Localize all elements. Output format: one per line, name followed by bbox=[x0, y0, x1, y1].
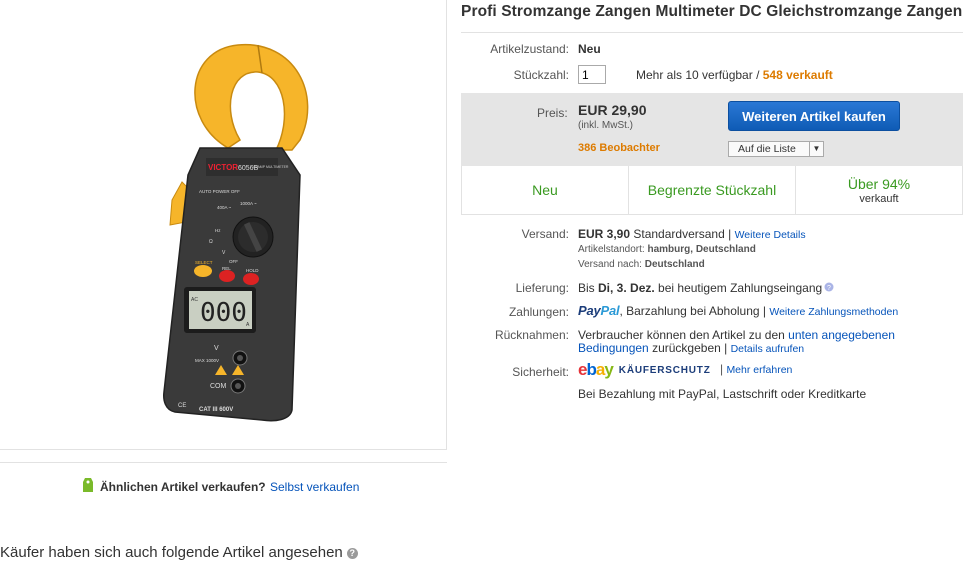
shipping-details-link[interactable]: Weitere Details bbox=[735, 229, 806, 241]
v-terminal-label: V bbox=[214, 345, 219, 352]
vat-note: (inkl. MwSt.) bbox=[578, 120, 633, 131]
returns-line-1: Verbraucher können den Artikel zu den un… bbox=[578, 328, 895, 342]
item-location: Artikelstandort: hamburg, Deutschland bbox=[578, 244, 756, 255]
price-tag-icon bbox=[83, 478, 93, 492]
badge-main: Über 94% bbox=[847, 175, 911, 192]
badge-main: Neu bbox=[532, 182, 558, 198]
product-image-panel: VICTOR 6056B CLAMP MULTIMETER AUTO POWER… bbox=[0, 0, 447, 450]
product-image[interactable]: VICTOR 6056B CLAMP MULTIMETER AUTO POWER… bbox=[0, 0, 447, 450]
delivery-pre: Bis bbox=[578, 281, 595, 295]
availability-separator: / bbox=[752, 68, 763, 82]
returns-details-link[interactable]: Details aufrufen bbox=[731, 343, 805, 355]
delivery-post: bei heutigem Zahlungseingang bbox=[658, 281, 823, 295]
paypal-logo: PayPal bbox=[578, 303, 620, 318]
ebay-logo: ebay bbox=[578, 360, 614, 379]
condition-value: Neu bbox=[578, 42, 601, 56]
sell-similar-bar: Ähnlichen Artikel verkaufen? Selbst verk… bbox=[0, 462, 447, 502]
chevron-down-icon[interactable]: ▼ bbox=[809, 142, 823, 156]
payment-text: , Barzahlung bei Abholung | bbox=[619, 304, 767, 318]
separator: | bbox=[719, 362, 724, 376]
delivery-date: Di, 3. Dez. bbox=[598, 281, 655, 295]
ebay-logo-y: y bbox=[604, 360, 614, 379]
off-label: OFF bbox=[229, 259, 238, 264]
quantity-label: Stückzahl: bbox=[513, 68, 569, 82]
returns-line-2: Bedingungen zurückgeben | Details aufruf… bbox=[578, 341, 804, 355]
also-viewed-title: Käufer haben sich auch folgende Artikel … bbox=[0, 544, 343, 561]
sell-similar-question: Ähnlichen Artikel verkaufen? bbox=[100, 480, 266, 494]
shipping-line: EUR 3,90 Standardversand | Weitere Detai… bbox=[578, 227, 806, 241]
add-to-list-button[interactable]: Auf die Liste ▼ bbox=[728, 141, 824, 157]
payment-label: Zahlungen: bbox=[508, 305, 569, 319]
shipping-label: Versand: bbox=[521, 227, 569, 241]
quantity-input[interactable] bbox=[578, 65, 606, 84]
shipping-method: Standardversand | bbox=[633, 227, 732, 241]
availability-text: Mehr als 10 verfügbar / 548 verkauft bbox=[636, 68, 833, 82]
condition-label: Artikelzustand: bbox=[490, 42, 569, 56]
sold-count: 548 verkauft bbox=[762, 68, 833, 82]
hold-label: HOLD bbox=[246, 268, 259, 273]
ship-to-label: Versand nach: bbox=[578, 259, 642, 270]
paypal-logo-part1: Pay bbox=[578, 303, 601, 318]
lcd-reading: 000 bbox=[200, 298, 247, 328]
title-divider bbox=[461, 32, 963, 33]
buy-more-button[interactable]: Weiteren Artikel kaufen bbox=[728, 101, 900, 131]
watchers-count: 386 Beobachter bbox=[578, 142, 660, 154]
returns-conditions-link[interactable]: unten angegebenen bbox=[788, 328, 895, 342]
returns-text-2: zurückgeben | bbox=[652, 341, 728, 355]
badge-main: Begrenzte Stückzahl bbox=[647, 182, 777, 198]
security-label: Sicherheit: bbox=[512, 365, 569, 379]
delivery-label: Lieferung: bbox=[515, 281, 569, 295]
returns-label: Rücknahmen: bbox=[494, 328, 569, 342]
more-payment-methods-link[interactable]: Weitere Zahlungsmethoden bbox=[769, 306, 898, 318]
brand-logo: VICTOR bbox=[208, 163, 238, 172]
cat-rating: CAT III 600V bbox=[199, 407, 233, 413]
badge-new: Neu bbox=[462, 166, 629, 214]
buyer-protection-label: KÄUFERSCHUTZ bbox=[618, 365, 711, 376]
ship-to-value: Deutschland bbox=[644, 259, 705, 270]
badge-limited: Begrenzte Stückzahl bbox=[629, 166, 796, 214]
location-label: Artikelstandort: bbox=[578, 244, 645, 255]
add-to-list-label: Auf die Liste bbox=[738, 143, 796, 155]
also-viewed-heading: Käufer haben sich auch folgende Artikel … bbox=[0, 544, 358, 561]
help-icon[interactable]: ? bbox=[346, 548, 358, 559]
highlight-badges: Neu Begrenzte Stückzahl Über 94% verkauf… bbox=[461, 166, 963, 215]
info-icon[interactable]: ? bbox=[824, 282, 834, 292]
security-line: ebay KÄUFERSCHUTZ | Mehr erfahren bbox=[578, 360, 792, 380]
product-title: Profi Stromzange Zangen Multimeter DC Gl… bbox=[461, 3, 963, 20]
ships-to: Versand nach: Deutschland bbox=[578, 259, 705, 270]
returns-text-1: Verbraucher können den Artikel zu den bbox=[578, 328, 785, 342]
badge-sold-percent: Über 94% verkauft bbox=[796, 166, 962, 214]
returns-conditions-link-2[interactable]: Bedingungen bbox=[578, 341, 649, 355]
com-terminal-label: COM bbox=[210, 383, 227, 390]
svg-text:?: ? bbox=[827, 285, 831, 292]
learn-more-link[interactable]: Mehr erfahren bbox=[726, 364, 792, 376]
range-hz-label: Hz bbox=[215, 228, 221, 233]
ce-mark: CE bbox=[178, 403, 186, 409]
price-value: EUR 29,90 bbox=[578, 102, 647, 118]
auto-power-off-label: AUTO POWER OFF bbox=[199, 189, 240, 194]
badge-sub: verkauft bbox=[859, 192, 899, 205]
max-voltage-label: MAX 1000V bbox=[195, 358, 219, 363]
payment-line: PayPal, Barzahlung bei Abholung | Weiter… bbox=[578, 303, 898, 318]
security-text: Bei Bezahlung mit PayPal, Lastschrift od… bbox=[578, 387, 867, 401]
ebay-logo-b: b bbox=[586, 360, 596, 379]
shipping-price: EUR 3,90 bbox=[578, 227, 631, 241]
range-ohm-label: Ω bbox=[209, 239, 213, 245]
range-1000a-label: 1000A ~ bbox=[240, 201, 257, 206]
price-label: Preis: bbox=[537, 106, 568, 120]
sell-yourself-link[interactable]: Selbst verkaufen bbox=[270, 480, 359, 494]
select-label: SELECT bbox=[195, 260, 213, 265]
location-value: hamburg, Deutschland bbox=[647, 244, 756, 255]
available-count: Mehr als 10 verfügbar bbox=[636, 68, 753, 82]
paypal-logo-part2: Pal bbox=[600, 303, 620, 318]
range-400a-label: 400A ~ bbox=[217, 205, 232, 210]
delivery-line: Bis Di, 3. Dez. bei heutigem Zahlungsein… bbox=[578, 281, 834, 295]
model-caption: CLAMP MULTIMETER bbox=[253, 165, 289, 169]
lcd-ac-label: AC bbox=[191, 297, 198, 303]
